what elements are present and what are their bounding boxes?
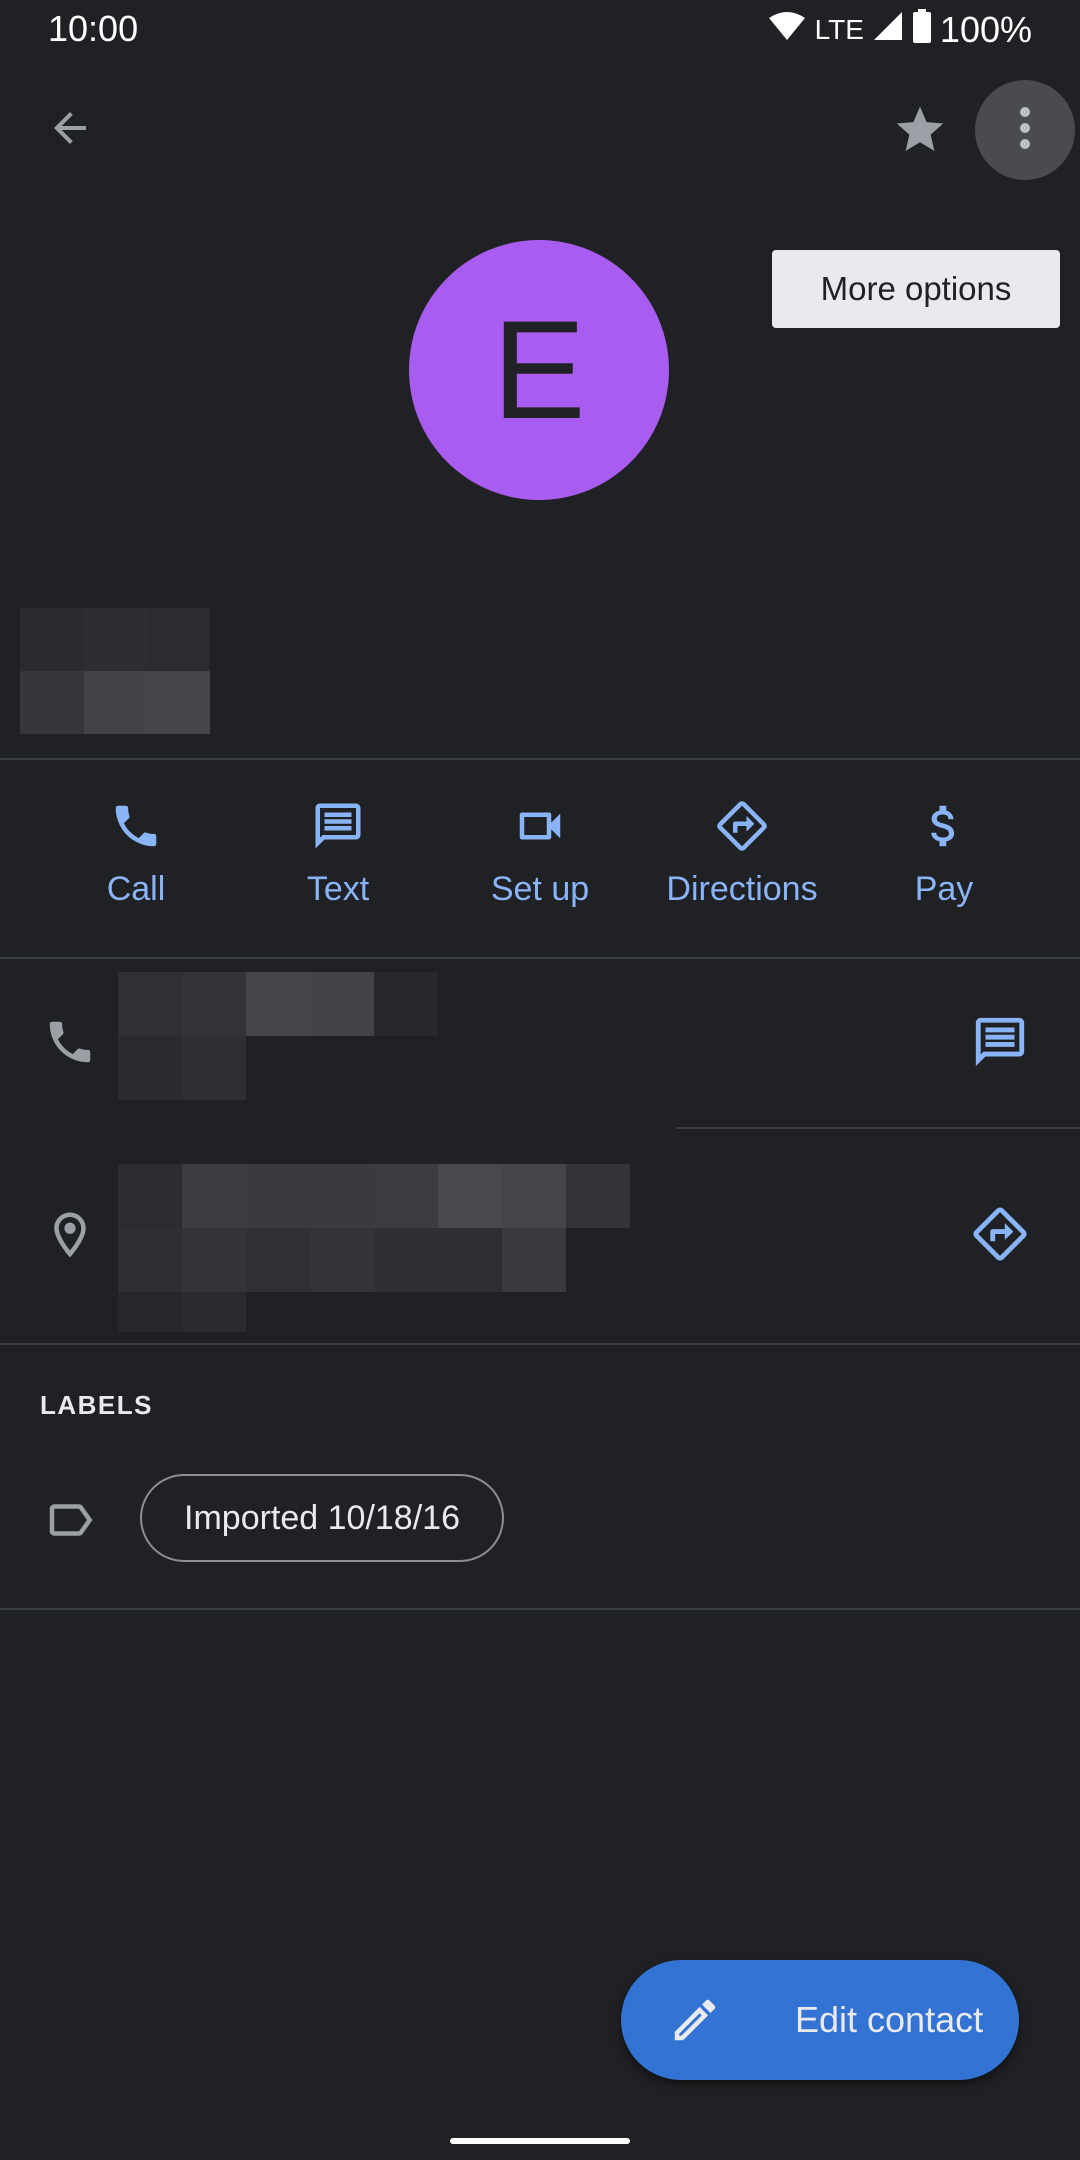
arrow-back-icon (46, 104, 94, 157)
pay-action[interactable]: Pay (844, 796, 1044, 936)
contact-details-screen: 10:00 LTE 100% More options E Call Text … (0, 0, 1080, 2160)
location-row-icon (40, 1205, 100, 1265)
status-icons: LTE 100% (767, 8, 1032, 52)
text-label: Text (306, 870, 370, 908)
contact-name-redacted (20, 608, 210, 734)
label-icon (40, 1490, 100, 1550)
phone-row-icon (40, 1012, 100, 1072)
set-up-label: Set up (490, 870, 590, 908)
get-directions-button[interactable] (960, 1196, 1040, 1276)
more-options-tooltip: More options (772, 250, 1060, 328)
message-icon (971, 1013, 1029, 1076)
text-action[interactable]: Text (238, 796, 438, 936)
contact-avatar: E (409, 240, 669, 500)
directions-action[interactable]: Directions (642, 796, 842, 936)
video-setup-action[interactable]: Set up (440, 796, 640, 936)
battery-icon (912, 8, 932, 52)
signal-icon (872, 9, 904, 51)
call-action[interactable]: Call (36, 796, 236, 936)
divider-below-actions (0, 957, 1080, 959)
status-bar: 10:00 LTE 100% (0, 0, 1080, 60)
directions-icon (712, 796, 772, 856)
phone-number-redacted[interactable] (118, 972, 438, 1100)
pay-label: Pay (914, 870, 974, 908)
dollar-icon (914, 796, 974, 856)
videocam-icon (510, 796, 570, 856)
address-redacted[interactable] (118, 1164, 630, 1332)
battery-percent: 100% (939, 9, 1032, 50)
send-message-button[interactable] (960, 1004, 1040, 1084)
divider-below-labels (0, 1608, 1080, 1610)
wifi-icon (767, 9, 807, 51)
favorite-button[interactable] (884, 96, 956, 168)
more-vert-icon (1019, 104, 1031, 157)
more-options-button[interactable] (975, 80, 1075, 180)
directions-icon (971, 1205, 1029, 1268)
call-label: Call (106, 870, 166, 908)
edit-contact-label: Edit contact (795, 1999, 984, 2040)
quick-actions-row: Call Text Set up Directions Pay (0, 760, 1080, 956)
star-icon (892, 102, 948, 163)
network-type: LTE (814, 14, 864, 45)
gesture-nav-handle[interactable] (450, 2138, 630, 2144)
labels-section-header: LABELS (40, 1390, 153, 1420)
label-chip[interactable]: Imported 10/18/16 (140, 1474, 504, 1562)
phone-icon (106, 796, 166, 856)
message-icon (308, 796, 368, 856)
pencil-icon (665, 1990, 725, 2050)
edit-contact-button[interactable]: Edit contact (621, 1960, 1019, 2080)
divider-above-labels (0, 1343, 1080, 1345)
directions-label: Directions (666, 870, 818, 908)
status-time: 10:00 (48, 8, 139, 49)
divider-phone-address (676, 1127, 1080, 1129)
back-button[interactable] (36, 96, 104, 164)
